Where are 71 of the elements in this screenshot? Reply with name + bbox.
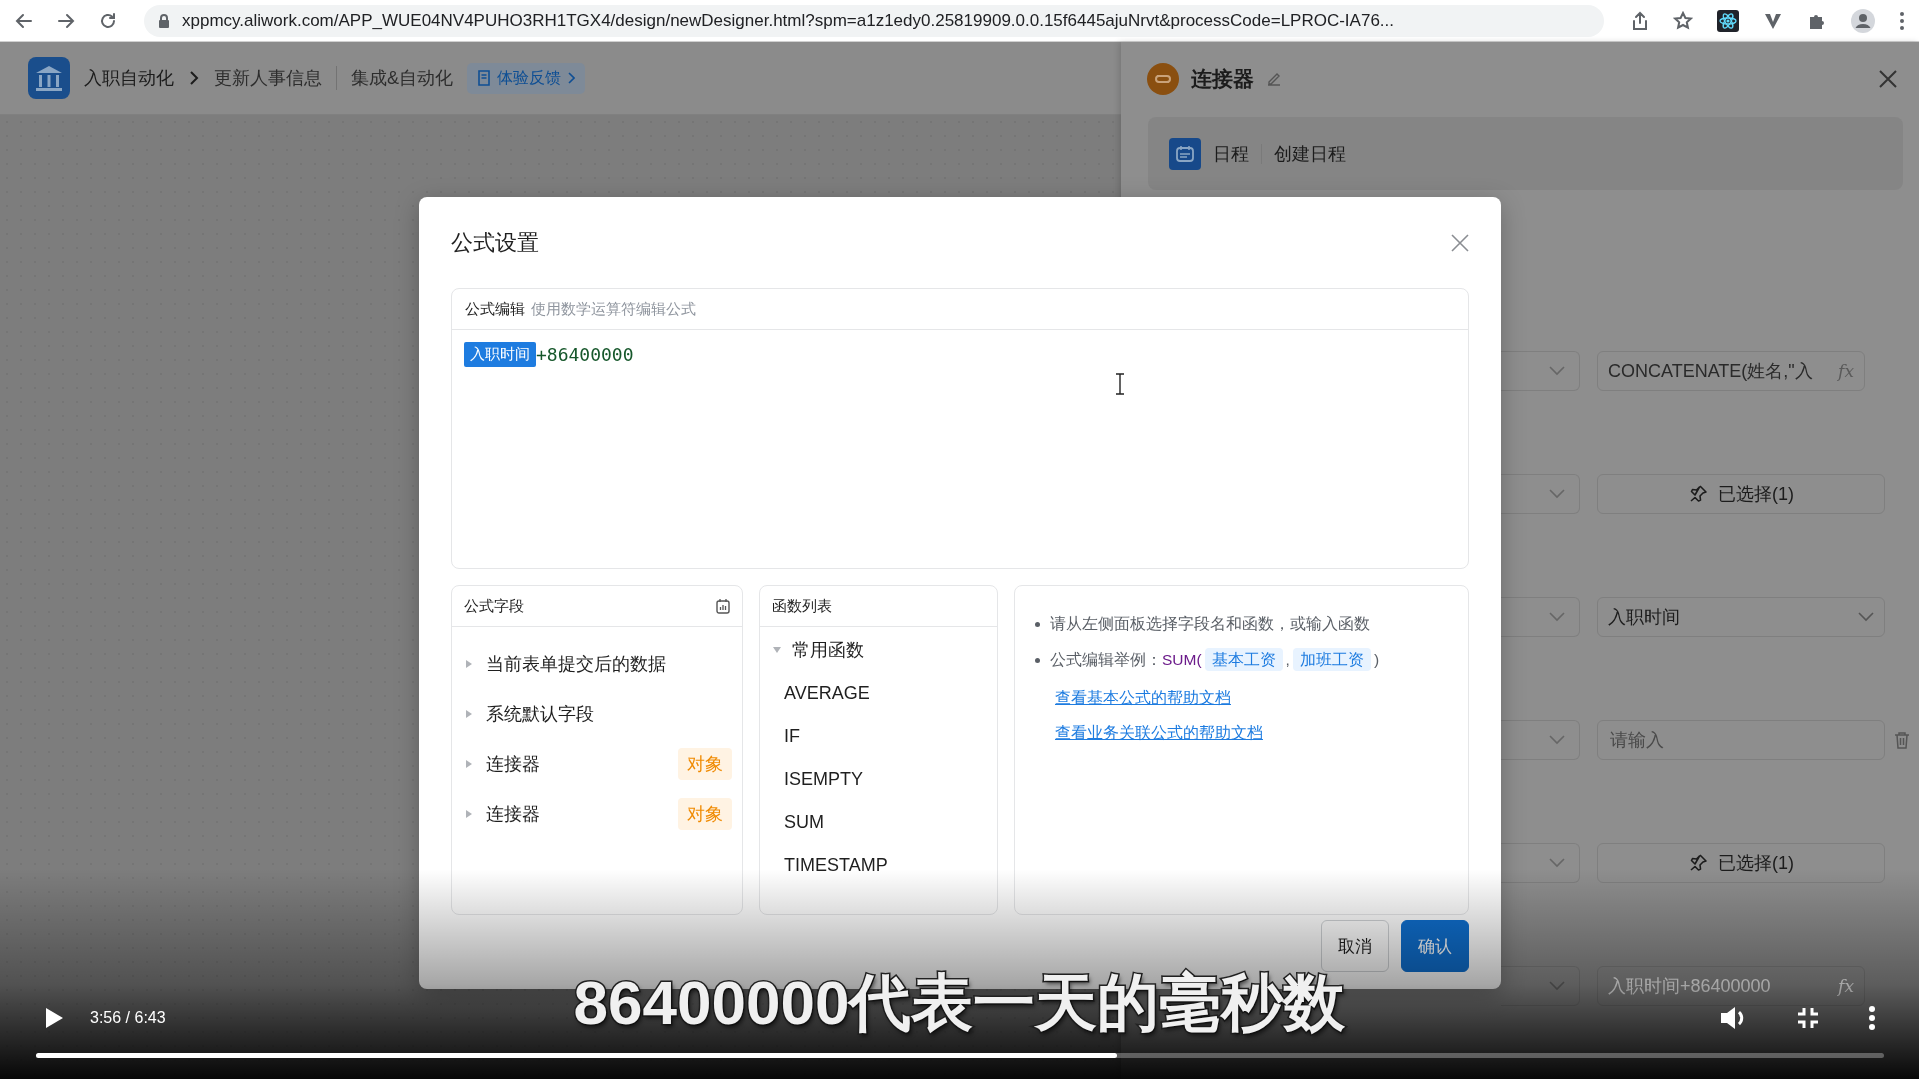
chart-icon[interactable] [716, 598, 730, 614]
pin-icon [1688, 484, 1708, 504]
text-input[interactable]: 请输入 [1597, 720, 1885, 760]
star-icon[interactable] [1673, 10, 1693, 31]
bullet-icon [1035, 621, 1040, 627]
selection-button[interactable]: 已选择(1) [1597, 843, 1885, 883]
time-display: 3:56 / 6:43 [90, 1009, 166, 1027]
chevron-right-icon [567, 72, 575, 84]
exit-fullscreen-icon[interactable] [1797, 1007, 1819, 1029]
pin-icon [1688, 853, 1708, 873]
close-icon[interactable] [1879, 69, 1897, 88]
field-tree-item[interactable]: 连接器 对象 [452, 739, 742, 789]
chevron-down-icon [1858, 612, 1874, 622]
function-item[interactable]: ISEMPTY [760, 758, 997, 801]
field-tree-item[interactable]: 当前表单提交后的数据 [452, 639, 742, 689]
help-tip: 请从左侧面板选择字段名和函数，或输入函数 [1050, 613, 1370, 634]
object-tag: 对象 [678, 748, 732, 780]
chevron-down-icon [1549, 612, 1565, 622]
function-item[interactable]: SUM [760, 801, 997, 844]
chevron-down-icon [1549, 735, 1565, 745]
chevron-down-icon [1549, 981, 1565, 991]
function-item[interactable]: IF [760, 715, 997, 758]
url-text: xppmcy.aliwork.com/APP_WUE04NV4PUHO3RH1TGX4/design/newDesigner.html?spm=a1z1edy0.25819909.0.0.15f6445ajuNrvt&processCode=LPROC-IA76... [182, 10, 1394, 31]
help-link[interactable]: 查看业务关联公式的帮助文档 [1055, 723, 1263, 744]
action-name: 创建日程 [1274, 142, 1346, 166]
chevron-right-icon [188, 70, 200, 86]
selection-button[interactable]: 已选择(1) [1597, 474, 1885, 514]
function-group[interactable]: 常用函数 [760, 628, 997, 672]
avatar-icon[interactable] [1851, 8, 1875, 33]
panel-heading: 函数列表 [772, 596, 832, 616]
more-icon[interactable] [1869, 1006, 1875, 1030]
calendar-icon [1169, 137, 1201, 170]
section-title: 集成&自动化 [351, 67, 453, 90]
bullet-icon [1035, 657, 1040, 663]
play-icon[interactable] [44, 1006, 64, 1030]
reload-icon[interactable] [98, 10, 118, 31]
function-item[interactable]: AVERAGE [760, 672, 997, 715]
editor-hint: 使用数学运算符编辑公式 [531, 299, 696, 319]
editor-label: 公式编辑 [465, 299, 525, 319]
app-name: 日程 [1213, 142, 1249, 166]
close-icon[interactable] [1451, 233, 1469, 252]
dialog-title: 公式设置 [451, 228, 539, 257]
chevron-down-icon [1549, 489, 1565, 499]
field-tree-item[interactable]: 连接器 对象 [452, 789, 742, 839]
feedback-icon [477, 70, 491, 86]
breadcrumb-item[interactable]: 更新人事信息 [214, 66, 322, 90]
atom-icon[interactable] [1717, 9, 1739, 32]
bank-icon [28, 57, 70, 99]
panel-title: 连接器 [1191, 65, 1254, 92]
select-field[interactable]: 入职时间 [1597, 597, 1885, 637]
formula-text: +86400000 [536, 344, 634, 365]
connector-icon [1147, 62, 1179, 95]
progress-bar[interactable] [36, 1053, 1884, 1058]
text-cursor-icon [1115, 373, 1125, 395]
formula-editor[interactable]: 公式编辑 使用数学运算符编辑公式 入职时间 +86400000 [451, 288, 1469, 569]
object-tag: 对象 [678, 798, 732, 830]
lock-icon [158, 12, 170, 29]
field-token[interactable]: 入职时间 [464, 342, 536, 367]
panel-heading: 公式字段 [464, 596, 524, 616]
field-tree-item[interactable]: 系统默认字段 [452, 689, 742, 739]
confirm-button[interactable]: 确认 [1401, 920, 1469, 972]
address-bar[interactable]: xppmcy.aliwork.com/APP_WUE04NV4PUHO3RH1TGX4/design/newDesigner.html?spm=a1z1edy0.25819909.0.0.15f6445ajuNrvt&processCode=LPROC-IA76... [144, 4, 1604, 37]
chevron-down-icon [1549, 858, 1565, 868]
cancel-button[interactable]: 取消 [1321, 920, 1389, 972]
chevron-down-icon [1549, 366, 1565, 376]
function-item[interactable]: TIMESTAMP [760, 844, 997, 887]
share-icon[interactable] [1631, 10, 1649, 31]
example-text: 公式编辑举例：SUM( 基本工资 , 加班工资 ) [1050, 649, 1380, 671]
menu-icon[interactable] [1899, 10, 1905, 31]
help-link[interactable]: 查看基本公式的帮助文档 [1055, 688, 1231, 709]
breadcrumb-item[interactable]: 入职自动化 [84, 66, 174, 90]
